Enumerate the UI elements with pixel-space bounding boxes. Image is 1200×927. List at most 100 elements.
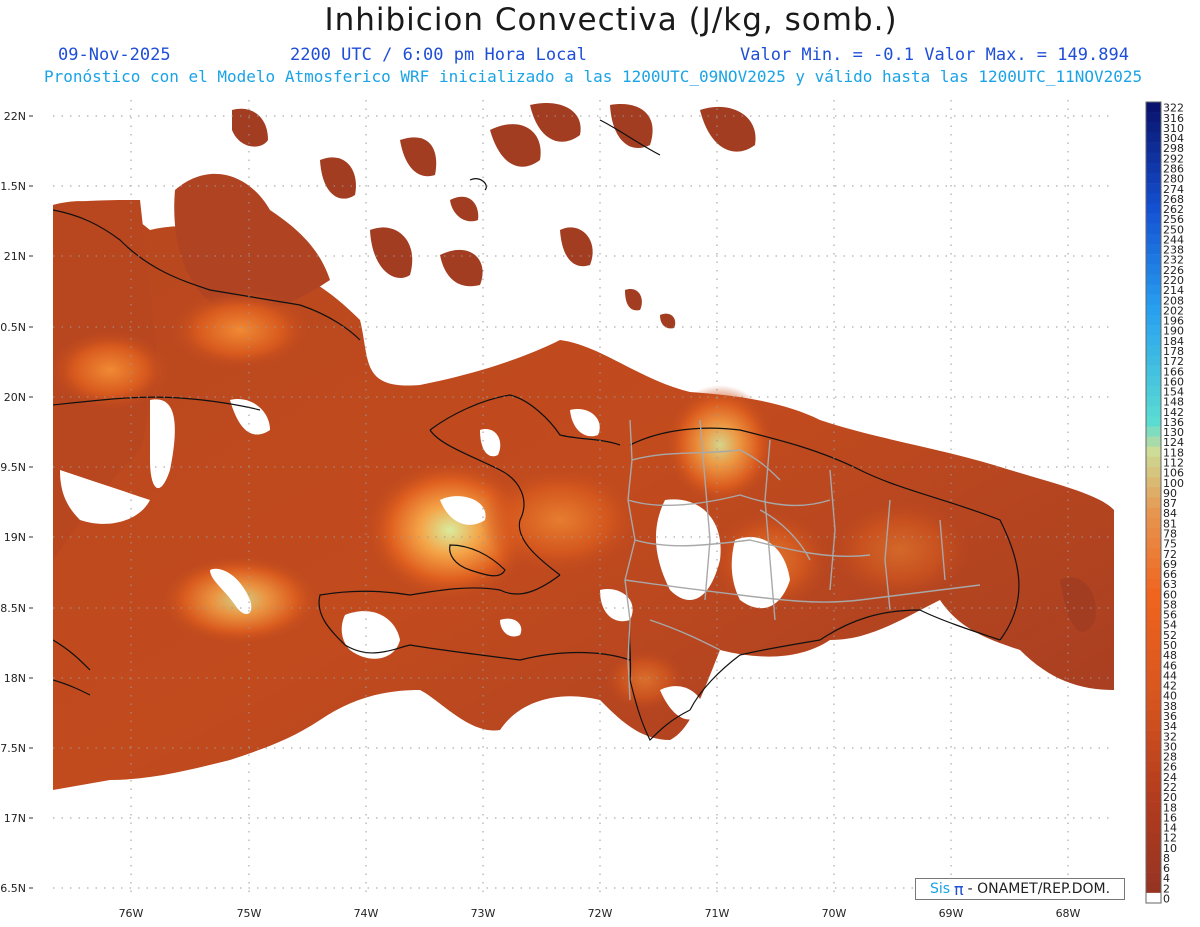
colorbar-swatch bbox=[1146, 416, 1161, 427]
colorbar-label: 0 bbox=[1163, 893, 1170, 906]
colorbar-swatch bbox=[1146, 142, 1161, 153]
lon-label: 73W bbox=[471, 907, 496, 920]
colorbar-swatch bbox=[1146, 781, 1161, 792]
colorbar-swatch bbox=[1146, 527, 1161, 539]
colorbar-swatch bbox=[1146, 862, 1161, 873]
colorbar-swatch bbox=[1146, 720, 1161, 731]
colorbar-swatch bbox=[1146, 477, 1161, 488]
colorbar-swatch bbox=[1146, 771, 1161, 782]
colorbar-swatch bbox=[1146, 679, 1161, 691]
colorbar-swatch bbox=[1146, 892, 1161, 904]
colorbar-swatch bbox=[1146, 832, 1161, 843]
latitude-labels: 22N 1.5N 21N 0.5N 20N 9.5N 19N 8.5N 18N … bbox=[0, 110, 26, 895]
colorbar-swatch bbox=[1146, 325, 1161, 336]
colorbar-swatch bbox=[1146, 639, 1161, 650]
lat-label: 21N bbox=[4, 250, 26, 263]
lat-label: 8.5N bbox=[0, 602, 26, 615]
colorbar-swatch bbox=[1146, 750, 1161, 762]
colorbar-swatch bbox=[1146, 132, 1161, 143]
colorbar-swatch bbox=[1146, 284, 1161, 295]
colorbar-swatch bbox=[1146, 700, 1161, 711]
colorbar-swatch bbox=[1146, 426, 1161, 437]
colorbar-swatch bbox=[1146, 761, 1161, 772]
colorbar-swatch bbox=[1146, 507, 1161, 519]
colorbar-swatch bbox=[1146, 456, 1161, 468]
longitude-labels: 76W 75W 74W 73W 72W 71W 70W 69W 68W bbox=[119, 907, 1081, 920]
colorbar-swatch bbox=[1146, 598, 1161, 610]
credit-brand: Sis bbox=[929, 881, 951, 897]
lat-label: 1.5N bbox=[0, 180, 26, 193]
colorbar-swatch bbox=[1146, 446, 1161, 458]
colorbar-swatch bbox=[1146, 801, 1161, 813]
colorbar-swatch bbox=[1146, 112, 1161, 123]
colorbar-swatch bbox=[1146, 811, 1161, 823]
colorbar-swatch bbox=[1146, 608, 1161, 620]
colorbar-swatch bbox=[1146, 649, 1161, 660]
colorbar-swatch bbox=[1146, 396, 1161, 407]
colorbar-swatch bbox=[1146, 467, 1161, 478]
lat-label: 20N bbox=[4, 391, 26, 404]
colorbar-swatch bbox=[1146, 578, 1161, 589]
lat-label: 22N bbox=[4, 110, 26, 123]
lon-label: 68W bbox=[1056, 907, 1081, 920]
colorbar-swatch bbox=[1146, 872, 1161, 884]
colorbar-swatch bbox=[1146, 517, 1161, 529]
lon-label: 72W bbox=[588, 907, 613, 920]
colorbar-swatch bbox=[1146, 436, 1161, 448]
lon-label: 71W bbox=[705, 907, 730, 920]
colorbar-swatch bbox=[1146, 254, 1161, 265]
colorbar-swatch bbox=[1146, 740, 1161, 752]
colorbar-swatch bbox=[1146, 882, 1161, 894]
colorbar-swatch bbox=[1146, 669, 1161, 681]
colorbar-swatch bbox=[1146, 172, 1161, 184]
colorbar-swatch bbox=[1146, 162, 1161, 174]
colorbar-swatch bbox=[1146, 710, 1161, 721]
colorbar-swatch bbox=[1146, 274, 1161, 285]
colorbar-swatch bbox=[1146, 203, 1161, 214]
colorbar-swatch bbox=[1146, 385, 1161, 397]
colorbar-swatch bbox=[1146, 355, 1161, 366]
colorbar-swatch bbox=[1146, 537, 1161, 549]
colorbar-swatch bbox=[1146, 842, 1161, 853]
colorbar-swatch bbox=[1146, 213, 1161, 224]
colorbar-swatch bbox=[1146, 152, 1161, 164]
lon-label: 76W bbox=[119, 907, 144, 920]
colorbar-swatch bbox=[1146, 406, 1161, 417]
colorbar-swatch bbox=[1146, 497, 1161, 508]
lat-label: 18N bbox=[4, 672, 26, 685]
credit-box: Sis π - ONAMET/REP.DOM. bbox=[915, 878, 1125, 900]
colorbar-swatch bbox=[1146, 791, 1161, 802]
colorbar-swatch bbox=[1146, 122, 1161, 133]
colorbar-swatch bbox=[1146, 730, 1161, 742]
lon-label: 69W bbox=[939, 907, 964, 920]
lon-label: 70W bbox=[822, 907, 847, 920]
colorbar-swatch bbox=[1146, 568, 1161, 579]
colorbar-swatch bbox=[1146, 223, 1161, 235]
colorbar-swatch bbox=[1146, 487, 1161, 498]
colorbar-swatch bbox=[1146, 102, 1161, 113]
lon-label: 74W bbox=[354, 907, 379, 920]
colorbar-swatch bbox=[1146, 852, 1161, 863]
colorbar-swatch bbox=[1146, 335, 1161, 346]
colorbar-swatch bbox=[1146, 548, 1161, 559]
colorbar-swatch bbox=[1146, 558, 1161, 569]
pi-icon: π bbox=[954, 879, 964, 899]
colorbar-swatch bbox=[1146, 365, 1161, 377]
colorbar-swatch bbox=[1146, 821, 1161, 833]
colorbar-swatch bbox=[1146, 183, 1161, 194]
lat-label: 9.5N bbox=[0, 461, 26, 474]
colorbar-swatch bbox=[1146, 233, 1161, 245]
colorbar-swatch bbox=[1146, 629, 1161, 640]
colorbar-swatch bbox=[1146, 659, 1161, 671]
colorbar-swatch bbox=[1146, 304, 1161, 316]
cin-map: 22N 1.5N 21N 0.5N 20N 9.5N 19N 8.5N 18N … bbox=[0, 100, 1184, 920]
colorbar-swatch bbox=[1146, 193, 1161, 204]
colorbar-swatch bbox=[1146, 243, 1161, 255]
colorbar-swatch bbox=[1146, 690, 1161, 701]
colorbar-swatch bbox=[1146, 588, 1161, 600]
colorbar-swatch bbox=[1146, 314, 1161, 326]
colorbar-swatch bbox=[1146, 294, 1161, 306]
lat-label: 17N bbox=[4, 812, 26, 825]
colorbar-swatch bbox=[1146, 375, 1161, 387]
lon-label: 75W bbox=[237, 907, 262, 920]
